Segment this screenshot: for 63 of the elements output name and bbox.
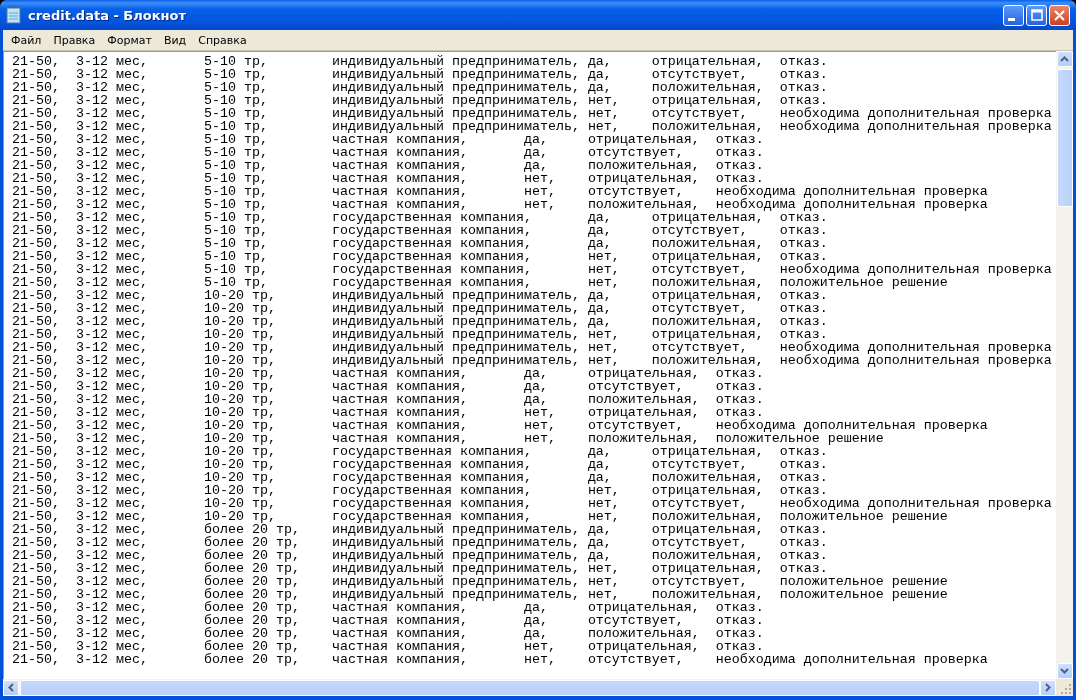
text-line: 21-50, 3-12 мес, 5-10 тр, частная компания, да, отсутствует, отказ. [12,146,764,159]
text-line: 21-50, 3-12 мес, 10-20 тр, государственная компания, нет, положительная, положительное решение [12,510,948,523]
text-line: 21-50, 3-12 мес, 10-20 тр, государственная компания, нет, отрицательная, отказ. [12,484,828,497]
text-line: 21-50, 3-12 мес, более 20 тр, индивидуальный предприниматель, нет, отсутствует, положительное решение [12,575,948,588]
text-line: 21-50, 3-12 мес, 10-20 тр, государственная компания, да, отрицательная, отказ. [12,445,828,458]
text-line: 21-50, 3-12 мес, 5-10 тр, индивидуальный предприниматель, да, отрицательная, отказ. [12,55,828,68]
text-area[interactable] [3,51,1056,679]
menu-item[interactable]: Формат [101,32,158,48]
text-line: 21-50, 3-12 мес, более 20 тр, частная компания, да, положительная, отказ. [12,627,764,640]
text-line: 21-50, 3-12 мес, 5-10 тр, частная компания, нет, отсутствует, необходима дополнительная проверка [12,185,988,198]
scroll-thumb[interactable] [1056,69,1073,207]
menu-item[interactable]: Правка [47,32,102,48]
menu-item[interactable]: Файл [5,32,48,48]
text-line: 21-50, 3-12 мес, 5-10 тр, государственная компания, нет, положительная, положительное решение [12,276,948,289]
text-line: 21-50, 3-12 мес, 10-20 тр, частная компания, да, положительная, отказ. [12,393,764,406]
text-line: 21-50, 3-12 мес, 5-10 тр, частная компания, да, положительная, отказ. [12,159,764,172]
text-line: 21-50, 3-12 мес, более 20 тр, индивидуальный предприниматель, нет, отрицательная, отказ. [12,562,828,575]
text-line: 21-50, 3-12 мес, 10-20 тр, частная компания, нет, отрицательная, отказ. [12,406,764,419]
text-line: 21-50, 3-12 мес, 5-10 тр, государственная компания, нет, отсутствует, необходима дополнительная проверка [12,263,1052,276]
text-line: 21-50, 3-12 мес, 5-10 тр, индивидуальный предприниматель, нет, отрицательная, отказ. [12,94,828,107]
text-line: 21-50, 3-12 мес, 5-10 тр, государственная компания, нет, отрицательная, отказ. [12,250,828,263]
text-line: 21-50, 3-12 мес, 10-20 тр, индивидуальный предприниматель, нет, положительная, необходима дополнительная проверка [12,354,1052,367]
text-line: 21-50, 3-12 мес, более 20 тр, частная компания, нет, отсутствует, необходима дополнительная проверка [12,653,988,666]
text-line: 21-50, 3-12 мес, 5-10 тр, индивидуальный предприниматель, нет, отсутствует, необходима дополнительная проверка [12,107,1052,120]
minimize-button[interactable] [1003,4,1024,26]
close-button[interactable] [1049,4,1070,26]
text-line: 21-50, 3-12 мес, более 20 тр, индивидуальный предприниматель, да, отсутствует, отказ. [12,536,828,549]
vertical-scrollbar[interactable] [1056,51,1073,679]
text-line: 21-50, 3-12 мес, 10-20 тр, частная компания, нет, отсутствует, необходима дополнительная проверка [12,419,988,432]
text-line: 21-50, 3-12 мес, более 20 тр, индивидуальный предприниматель, да, положительная, отказ. [12,549,828,562]
text-line: 21-50, 3-12 мес, 10-20 тр, частная компания, нет, положительная, положительное решение [12,432,884,445]
close-icon [1054,9,1065,21]
text-line: 21-50, 3-12 мес, 10-20 тр, частная компания, да, отрицательная, отказ. [12,367,764,380]
maximize-button[interactable] [1026,4,1047,26]
text-line: 21-50, 3-12 мес, 5-10 тр, государственная компания, да, положительная, отказ. [12,237,828,250]
text-line: 21-50, 3-12 мес, более 20 тр, частная компания, нет, отрицательная, отказ. [12,640,764,653]
text-line: 21-50, 3-12 мес, 5-10 тр, частная компания, нет, отрицательная, отказ. [12,172,764,185]
menu-item[interactable]: Вид [157,32,193,48]
text-line: 21-50, 3-12 мес, 10-20 тр, государственная компания, нет, отсутствует, необходима дополнительная проверка [12,497,1052,510]
text-line: 21-50, 3-12 мес, 5-10 тр, частная компания, нет, положительная, необходима дополнительная проверка [12,198,988,211]
text-line: 21-50, 3-12 мес, 10-20 тр, индивидуальный предприниматель, нет, отрицательная, отказ. [12,328,828,341]
text-line: 21-50, 3-12 мес, 10-20 тр, частная компания, да, отсутствует, отказ. [12,380,764,393]
minimize-icon [1008,17,1015,21]
text-line: 21-50, 3-12 мес, 10-20 тр, государственная компания, да, положительная, отказ. [12,471,828,484]
text-line: 21-50, 3-12 мес, 10-20 тр, индивидуальный предприниматель, нет, отсутствует, необходима дополнительная проверка [12,341,1052,354]
text-line: 21-50, 3-12 мес, 10-20 тр, индивидуальный предприниматель, да, отрицательная, отказ. [12,289,828,302]
text-line: 21-50, 3-12 мес, 10-20 тр, государственная компания, да, отсутствует, отказ. [12,458,828,471]
notepad-icon [6,6,22,24]
text-line: 21-50, 3-12 мес, 5-10 тр, индивидуальный предприниматель, да, положительная, отказ. [12,81,828,94]
text-line: 21-50, 3-12 мес, 5-10 тр, индивидуальный предприниматель, да, отсутствует, отказ. [12,68,828,81]
text-line: 21-50, 3-12 мес, 10-20 тр, индивидуальный предприниматель, да, отсутствует, отказ. [12,302,828,315]
menu-item[interactable]: Справка [192,32,253,48]
text-line: 21-50, 3-12 мес, 10-20 тр, индивидуальный предприниматель, да, положительная, отказ. [12,315,828,328]
window-title: credit.data - Блокнот [28,7,187,23]
text-line: 21-50, 3-12 мес, 5-10 тр, индивидуальный предприниматель, нет, положительная, необходима дополнительная проверка [12,120,1052,133]
text-line: 21-50, 3-12 мес, 5-10 тр, частная компания, да, отрицательная, отказ. [12,133,764,146]
text-line: 21-50, 3-12 мес, 5-10 тр, государственная компания, да, отрицательная, отказ. [12,211,828,224]
text-line: 21-50, 3-12 мес, более 20 тр, частная компания, да, отсутствует, отказ. [12,614,764,627]
text-line: 21-50, 3-12 мес, более 20 тр, индивидуальный предприниматель, нет, положительная, положительное решение [12,588,948,601]
text-line: 21-50, 3-12 мес, более 20 тр, частная компания, да, отрицательная, отказ. [12,601,764,614]
text-line: 21-50, 3-12 мес, более 20 тр, индивидуальный предприниматель, да, отрицательная, отказ. [12,523,828,536]
text-line: 21-50, 3-12 мес, 5-10 тр, государственная компания, да, отсутствует, отказ. [12,224,828,237]
maximize-icon [1030,9,1043,21]
